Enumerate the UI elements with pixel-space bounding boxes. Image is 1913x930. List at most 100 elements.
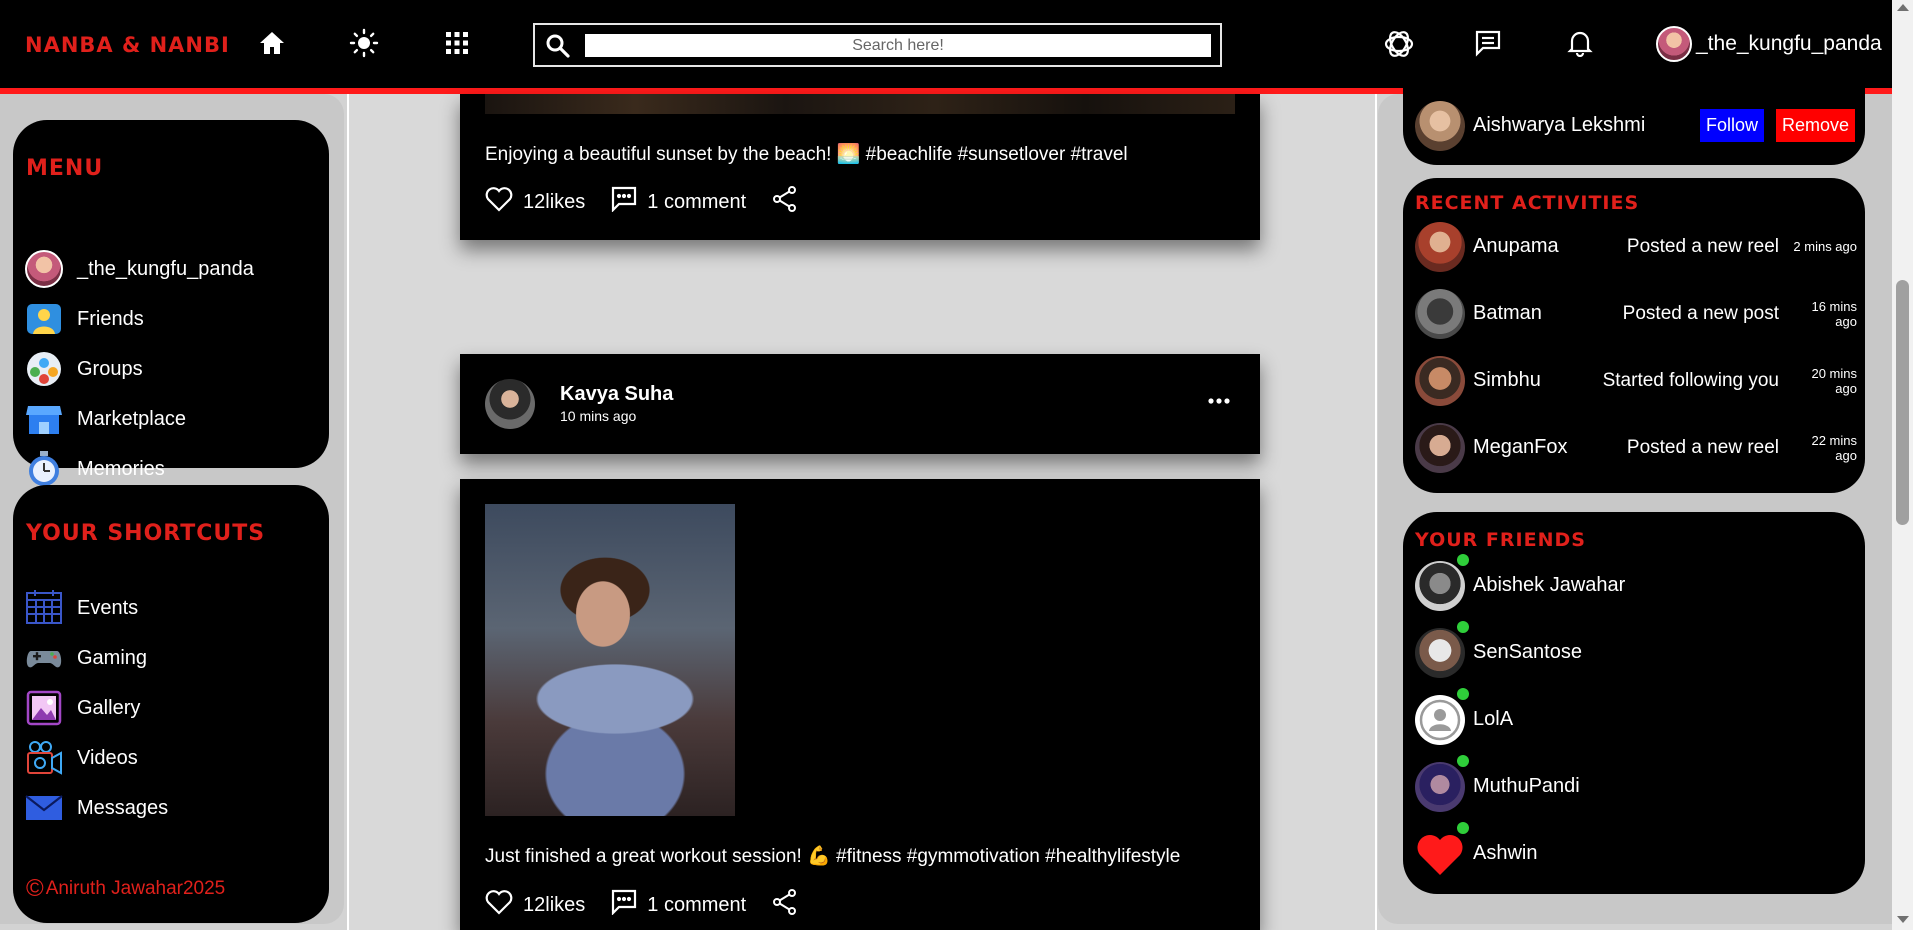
apps-grid-icon[interactable] <box>442 28 472 58</box>
brand-logo[interactable]: NANBA & NANBI <box>25 33 230 57</box>
author-avatar[interactable] <box>485 379 535 429</box>
comment-button[interactable]: 1 comment <box>611 186 746 218</box>
avatar <box>1415 761 1465 812</box>
share-button[interactable] <box>772 186 798 218</box>
menu-item-friends[interactable]: Friends <box>25 294 315 344</box>
avatar <box>25 250 63 288</box>
avatar[interactable] <box>1415 100 1465 151</box>
footer-text: Aniruth Jawahar2025 <box>45 878 226 899</box>
menu-item-label: Memories <box>77 457 165 480</box>
shortcut-gaming[interactable]: Gaming <box>25 633 315 683</box>
shortcut-label: Gaming <box>77 646 148 669</box>
activity-time: 16 mins ago <box>1811 298 1857 329</box>
follow-button[interactable]: Follow <box>1699 109 1764 142</box>
shortcut-videos[interactable]: Videos <box>25 733 315 783</box>
post-actions: 12likes 1 comment <box>485 889 798 921</box>
activity-row[interactable]: Simbhu Started following you 20 mins ago <box>1415 347 1857 414</box>
recent-activities-title: RECENT ACTIVITIES <box>1415 192 1640 214</box>
left-sidebar: MENU _the_kungfu_panda Friends Groups Ma… <box>0 94 344 924</box>
friend-row[interactable]: Ashwin <box>1415 820 1857 887</box>
scroll-up-arrow[interactable] <box>1897 4 1909 11</box>
user-profile-chip[interactable]: _the_kungfu_panda <box>1656 26 1882 62</box>
share-button[interactable] <box>772 889 798 921</box>
post-author[interactable]: Kavya Suha <box>560 383 673 406</box>
footer-copyright: © Aniruth Jawahar2025 <box>26 875 225 903</box>
online-status-dot <box>1457 554 1469 566</box>
friend-row[interactable]: MuthuPandi <box>1415 753 1857 820</box>
menu-item-label: Marketplace <box>77 407 186 430</box>
menu-item-label: Friends <box>77 307 144 330</box>
comments-count: 1 comment <box>647 893 747 916</box>
shortcut-messages[interactable]: Messages <box>25 783 315 833</box>
comments-count: 1 comment <box>647 190 747 213</box>
like-button[interactable]: 12likes <box>485 889 585 921</box>
mail-icon <box>25 789 63 827</box>
share-icon <box>772 889 798 921</box>
friend-row[interactable]: Abishek Jawahar <box>1415 552 1857 619</box>
theme-toggle-icon[interactable] <box>349 28 379 58</box>
friend-row[interactable]: LolA <box>1415 686 1857 753</box>
shortcut-gallery[interactable]: Gallery <box>25 683 315 733</box>
friend-row[interactable]: SenSantose <box>1415 619 1857 686</box>
right-sidebar: Aishwarya Lekshmi Follow Remove RECENT A… <box>1378 84 1892 924</box>
shortcut-events[interactable]: Events <box>25 583 315 633</box>
scrollbar-thumb[interactable] <box>1896 280 1909 525</box>
menu-item-profile[interactable]: _the_kungfu_panda <box>25 244 315 294</box>
remove-button[interactable]: Remove <box>1775 109 1855 142</box>
your-friends-card: YOUR FRIENDS Abishek Jawahar SenSantose … <box>1403 512 1865 894</box>
post-actions: 12likes 1 comment <box>485 186 798 218</box>
shortcut-label: Videos <box>77 746 138 769</box>
notifications-bell-icon[interactable] <box>1565 28 1595 58</box>
menu-item-label: Groups <box>77 357 143 380</box>
post-image <box>485 94 1235 114</box>
post-header-card: Kavya Suha 10 mins ago <box>460 354 1260 454</box>
menu-item-groups[interactable]: Groups <box>25 344 315 394</box>
comment-icon <box>611 186 637 218</box>
gallery-icon <box>25 689 63 727</box>
post-more-options-icon[interactable] <box>1208 392 1230 410</box>
online-status-dot <box>1457 755 1469 767</box>
like-button[interactable]: 12likes <box>485 186 585 218</box>
menu-card: MENU _the_kungfu_panda Friends Groups Ma… <box>13 120 329 486</box>
activity-action: Posted a new reel <box>1626 235 1779 257</box>
page-scrollbar[interactable] <box>1892 0 1913 930</box>
online-status-dot <box>1457 688 1469 700</box>
shortcuts-card: YOUR SHORTCUTS Events Gaming Gallery Vid… <box>13 485 329 923</box>
avatar <box>1415 355 1465 406</box>
activity-action: Posted a new reel <box>1626 436 1779 458</box>
recent-activities-card: RECENT ACTIVITIES Anupama Posted a new r… <box>1403 178 1865 493</box>
friend-name: SenSantose <box>1473 641 1582 663</box>
gamepad-icon <box>25 639 63 677</box>
activity-action: Posted a new post <box>1622 302 1779 324</box>
home-icon[interactable] <box>257 28 287 58</box>
video-camera-icon <box>25 739 63 777</box>
activity-row[interactable]: Batman Posted a new post 16 mins ago <box>1415 280 1857 347</box>
friend-name: LolA <box>1473 708 1514 730</box>
ai-assistant-icon[interactable] <box>1381 26 1417 62</box>
friends-icon <box>25 300 63 338</box>
post-image[interactable] <box>485 504 735 816</box>
messages-icon[interactable] <box>1473 28 1503 58</box>
suggestion-name[interactable]: Aishwarya Lekshmi <box>1473 114 1645 137</box>
post-caption: Enjoying a beautiful sunset by the beach… <box>485 144 1128 165</box>
shortcut-label: Messages <box>77 796 169 819</box>
activity-name: Simbhu <box>1473 369 1541 391</box>
search-icon[interactable] <box>545 33 571 59</box>
scroll-down-arrow[interactable] <box>1897 916 1909 923</box>
likes-count: 12likes <box>523 893 586 916</box>
suggestion-row: Aishwarya Lekshmi Follow Remove <box>1415 92 1855 159</box>
activity-row[interactable]: MeganFox Posted a new reel 22 mins ago <box>1415 414 1857 481</box>
menu-item-marketplace[interactable]: Marketplace <box>25 394 315 444</box>
heart-icon <box>485 889 513 921</box>
your-friends-title: YOUR FRIENDS <box>1415 529 1586 551</box>
search-input[interactable] <box>585 34 1211 57</box>
activity-name: Batman <box>1473 302 1542 324</box>
search-bar <box>533 23 1222 67</box>
default-user-icon <box>1415 694 1465 745</box>
suggestion-card: Aishwarya Lekshmi Follow Remove <box>1403 84 1865 165</box>
activity-row[interactable]: Anupama Posted a new reel 2 mins ago <box>1415 213 1857 280</box>
avatar <box>1415 288 1465 339</box>
activity-name: MeganFox <box>1473 436 1568 458</box>
groups-icon <box>25 350 63 388</box>
comment-button[interactable]: 1 comment <box>611 889 746 921</box>
